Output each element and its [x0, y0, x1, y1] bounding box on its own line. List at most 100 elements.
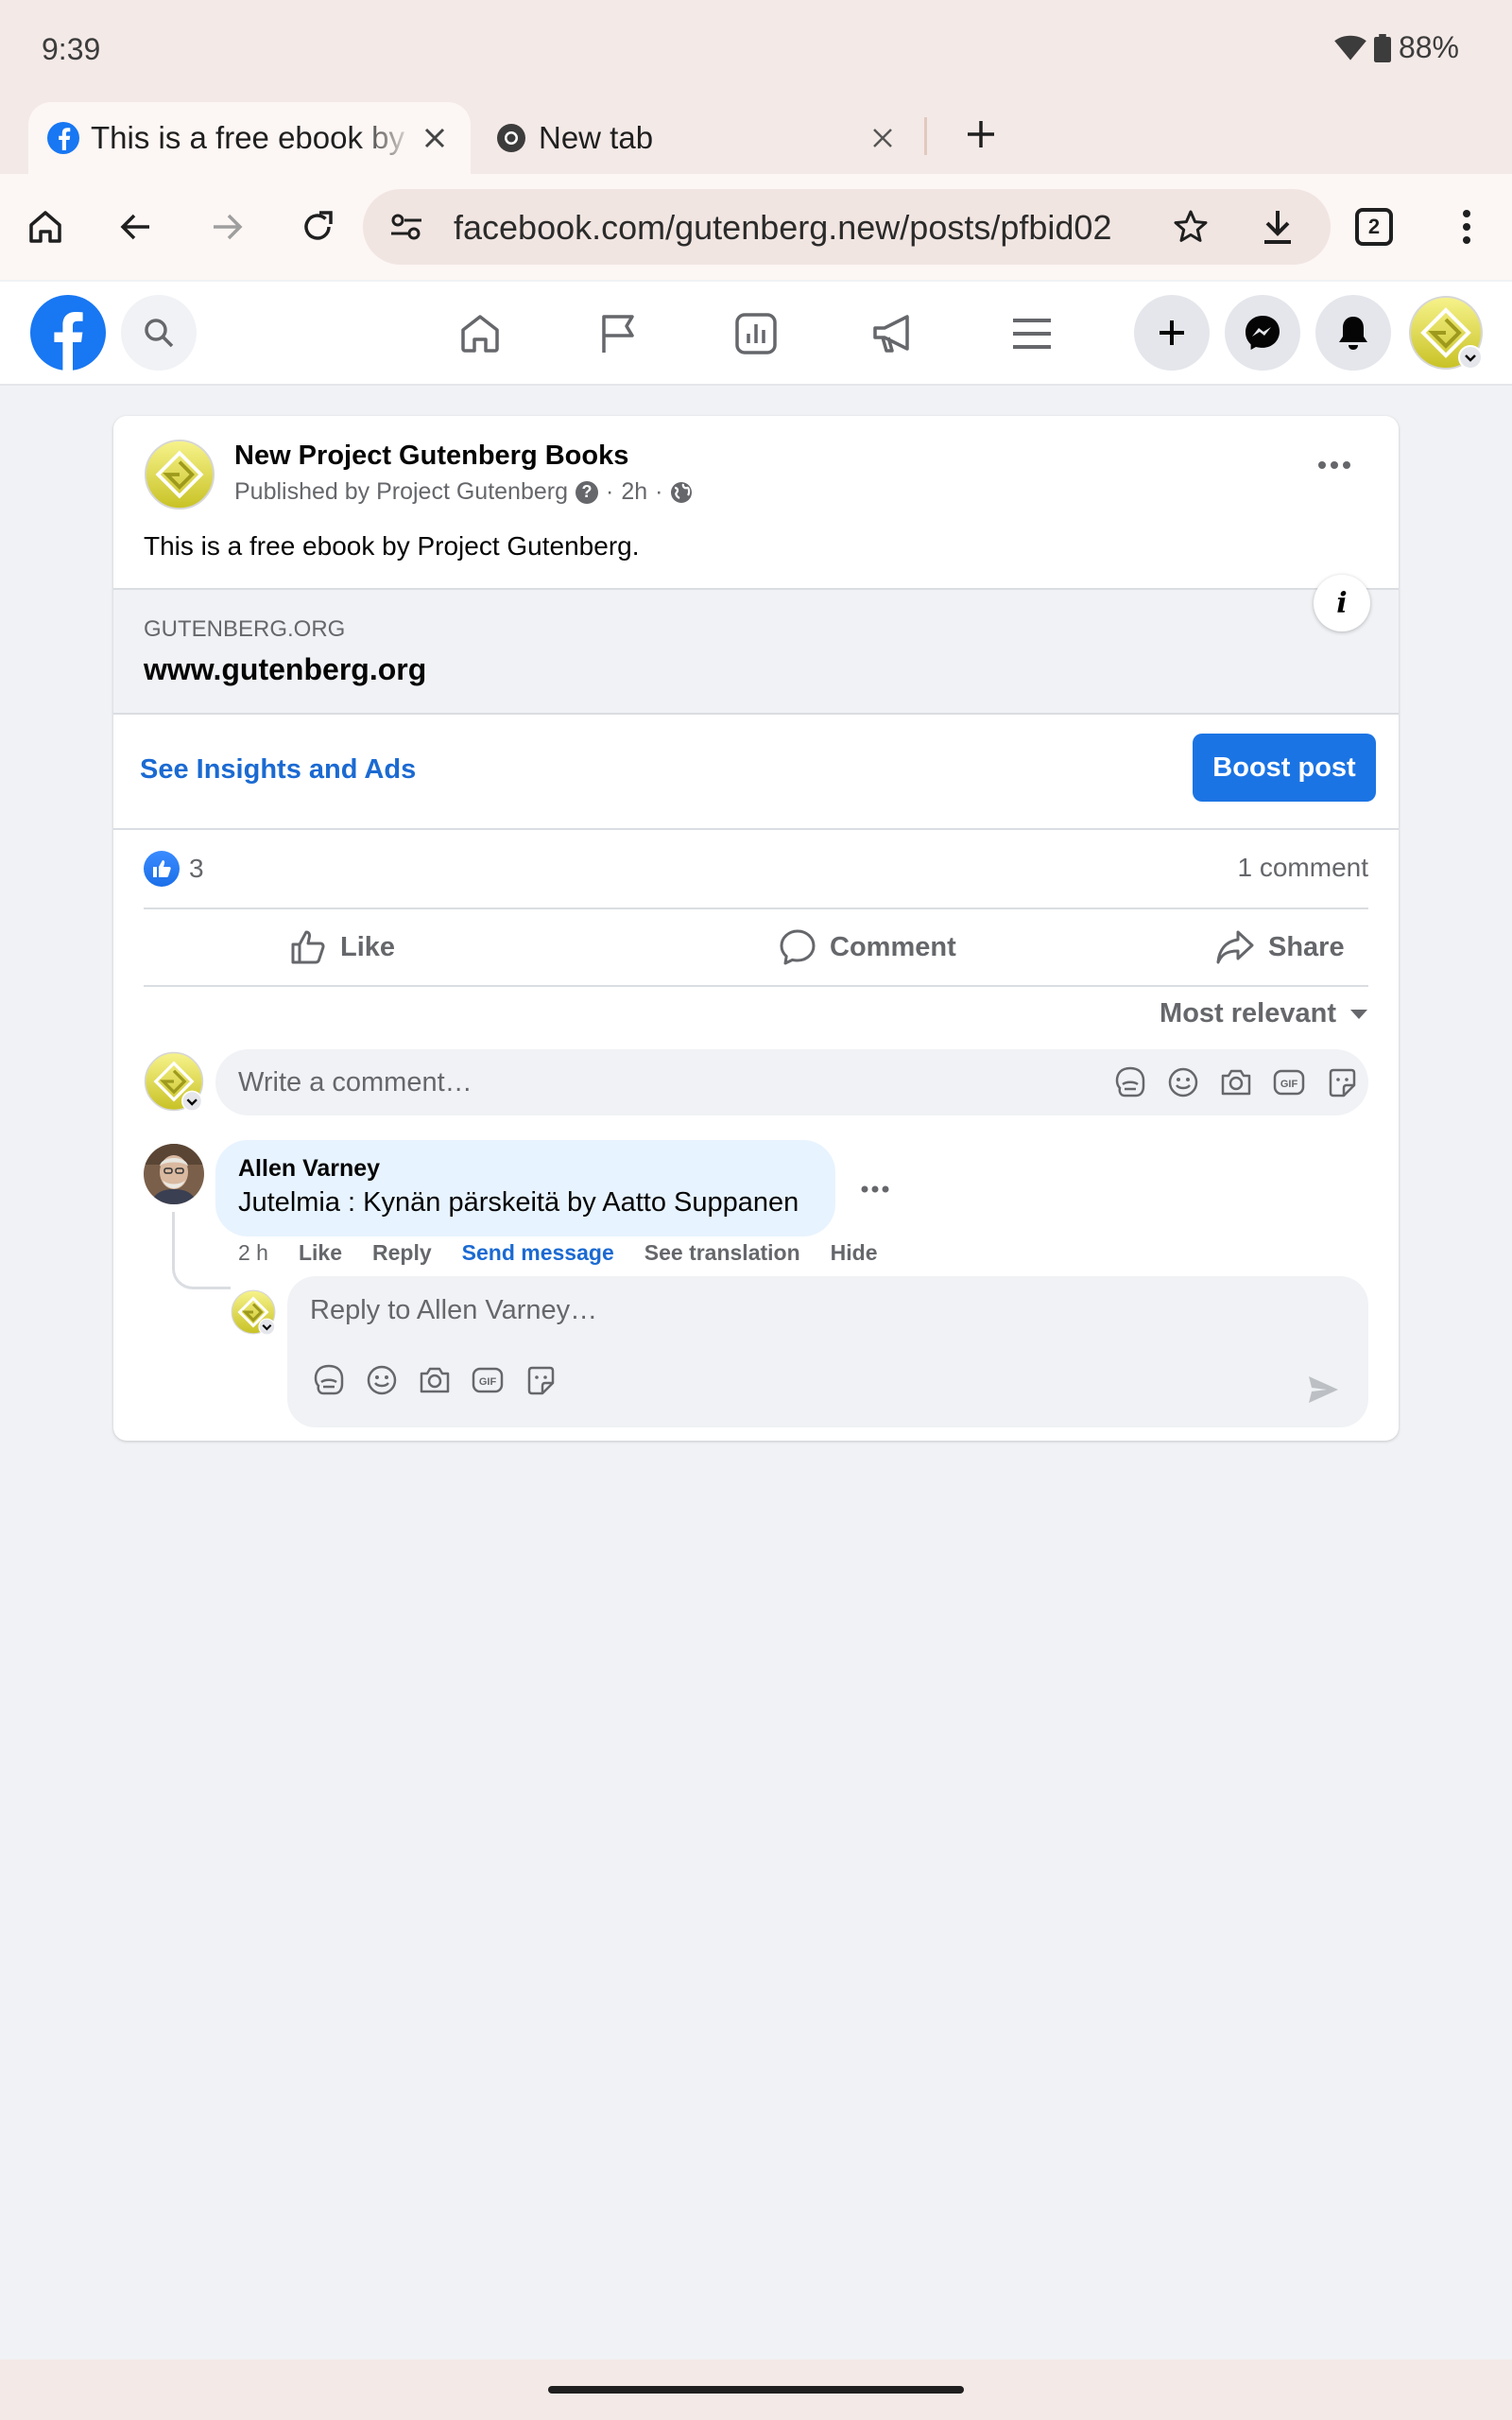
see-insights-link[interactable]: See Insights and Ads — [140, 754, 416, 786]
home-icon — [461, 315, 499, 353]
tab-switcher-button[interactable]: 2 — [1355, 208, 1393, 246]
post-text: This is a free ebook by Project Gutenber… — [144, 531, 640, 561]
insights-row: See Insights and Ads Boost post — [113, 715, 1399, 830]
sticker-icon[interactable] — [522, 1361, 559, 1399]
status-time: 9:39 — [42, 32, 101, 66]
avatar-sticker-icon[interactable] — [1111, 1063, 1149, 1101]
send-message-link[interactable]: Send message — [462, 1240, 614, 1266]
post-card: New Project Gutenberg Books Published by… — [113, 416, 1399, 1441]
nav-home[interactable] — [447, 301, 513, 367]
globe-icon — [671, 481, 693, 503]
messenger-icon — [1246, 316, 1280, 350]
messenger-button[interactable] — [1225, 295, 1300, 371]
emoji-icon[interactable] — [363, 1361, 401, 1399]
boost-post-button[interactable]: Boost post — [1193, 734, 1376, 802]
see-translation-link[interactable]: See translation — [644, 1240, 800, 1266]
link-domain: GUTENBERG.ORG — [144, 616, 346, 642]
send-icon[interactable] — [1300, 1367, 1346, 1412]
nav-menu[interactable] — [999, 301, 1065, 367]
arrow-left-icon — [120, 214, 149, 240]
comment-button[interactable]: Comment — [779, 909, 956, 985]
nav-ads[interactable] — [861, 301, 927, 367]
facebook-logo-icon[interactable] — [30, 295, 106, 371]
page-avatar[interactable] — [144, 439, 215, 510]
status-bar: 9:39 88% — [0, 0, 1512, 98]
download-icon — [1264, 211, 1291, 244]
comment-time[interactable]: 2 h — [238, 1240, 268, 1266]
like-button[interactable]: Like — [289, 909, 395, 985]
star-icon — [1174, 210, 1208, 242]
gesture-handle[interactable] — [548, 2386, 964, 2394]
comment-count[interactable]: 1 comment — [1238, 853, 1369, 883]
link-preview[interactable]: GUTENBERG.ORG www.gutenberg.org i — [113, 575, 1399, 715]
like-reaction-icon — [144, 851, 180, 887]
site-settings-icon[interactable] — [384, 204, 429, 250]
meta-separator: · — [606, 478, 614, 505]
camera-icon[interactable] — [416, 1361, 454, 1399]
tab-title: This is a free ebook by Project Gutenber… — [91, 120, 416, 155]
home-button[interactable] — [15, 197, 76, 257]
my-avatar[interactable] — [144, 1051, 204, 1112]
reply-thread-line — [172, 1212, 231, 1289]
meta-separator: · — [655, 478, 663, 505]
address-bar[interactable]: facebook.com/gutenberg.new/posts/pfbid02 — [363, 189, 1331, 265]
close-tab-icon[interactable] — [864, 119, 902, 157]
caret-down-icon — [1350, 1009, 1367, 1019]
comment-like-link[interactable]: Like — [299, 1240, 342, 1266]
question-icon[interactable]: ? — [576, 480, 598, 504]
forward-button[interactable] — [197, 197, 257, 257]
new-tab-button[interactable] — [954, 108, 1007, 161]
svg-text:GIF: GIF — [479, 1376, 497, 1388]
nav-pages[interactable] — [585, 301, 651, 367]
facebook-favicon-icon — [47, 122, 79, 154]
tab-strip: This is a free ebook by Project Gutenber… — [0, 98, 1512, 174]
share-button[interactable]: Share — [1215, 909, 1345, 985]
reload-button[interactable] — [287, 197, 348, 257]
link-title[interactable]: www.gutenberg.org — [144, 652, 426, 687]
comment-reply-link[interactable]: Reply — [372, 1240, 432, 1266]
comment-text: Jutelmia : Kynän pärskeitä by Aatto Supp… — [238, 1187, 799, 1218]
emoji-icon[interactable] — [1164, 1063, 1202, 1101]
post-options-button[interactable] — [1308, 454, 1361, 476]
browser-menu-button[interactable] — [1436, 197, 1497, 257]
commenter-avatar[interactable] — [144, 1144, 204, 1204]
back-button[interactable] — [106, 197, 166, 257]
gif-icon[interactable]: GIF — [1270, 1063, 1308, 1101]
close-tab-icon[interactable] — [416, 119, 454, 157]
plus-icon — [1160, 320, 1184, 345]
bell-icon — [1339, 317, 1367, 350]
plus-icon — [968, 121, 994, 147]
info-icon[interactable]: i — [1314, 575, 1370, 631]
gif-icon[interactable]: GIF — [469, 1361, 507, 1399]
tab-divider — [924, 117, 927, 155]
post-time[interactable]: 2h — [621, 478, 647, 506]
avatar-sticker-icon[interactable] — [310, 1361, 348, 1399]
url-text[interactable]: facebook.com/gutenberg.new/posts/pfbid02 — [454, 208, 1119, 248]
share-label: Share — [1268, 931, 1345, 962]
comment-author[interactable]: Allen Varney — [238, 1155, 380, 1183]
search-button[interactable] — [121, 295, 197, 371]
post-meta: Published by Project Gutenberg ? · 2h · — [234, 478, 693, 506]
reply-avatar[interactable] — [231, 1289, 276, 1336]
create-button[interactable] — [1134, 295, 1210, 371]
nav-insights[interactable] — [723, 301, 789, 367]
bookmark-button[interactable] — [1164, 200, 1217, 253]
profile-avatar[interactable] — [1408, 295, 1484, 371]
tab-facebook[interactable]: This is a free ebook by Project Gutenber… — [28, 102, 471, 174]
tab-new-tab[interactable]: New tab — [482, 102, 917, 174]
reaction-summary[interactable]: 3 — [144, 851, 204, 887]
megaphone-icon — [873, 315, 909, 353]
thumbs-up-icon — [291, 930, 325, 964]
hide-comment-link[interactable]: Hide — [831, 1240, 878, 1266]
download-button[interactable] — [1251, 200, 1304, 253]
write-comment-input[interactable]: Write a comment… GIF — [215, 1049, 1368, 1115]
sticker-icon[interactable] — [1323, 1063, 1361, 1101]
comment-label: Comment — [830, 931, 956, 962]
notifications-button[interactable] — [1315, 295, 1391, 371]
more-vertical-icon — [1463, 210, 1470, 244]
camera-icon[interactable] — [1217, 1063, 1255, 1101]
page-name[interactable]: New Project Gutenberg Books — [234, 441, 628, 472]
comment-sort-dropdown[interactable]: Most relevant — [1160, 998, 1368, 1029]
comment-options-button[interactable] — [856, 1180, 894, 1199]
reply-input[interactable]: Reply to Allen Varney… GIF — [287, 1276, 1368, 1427]
